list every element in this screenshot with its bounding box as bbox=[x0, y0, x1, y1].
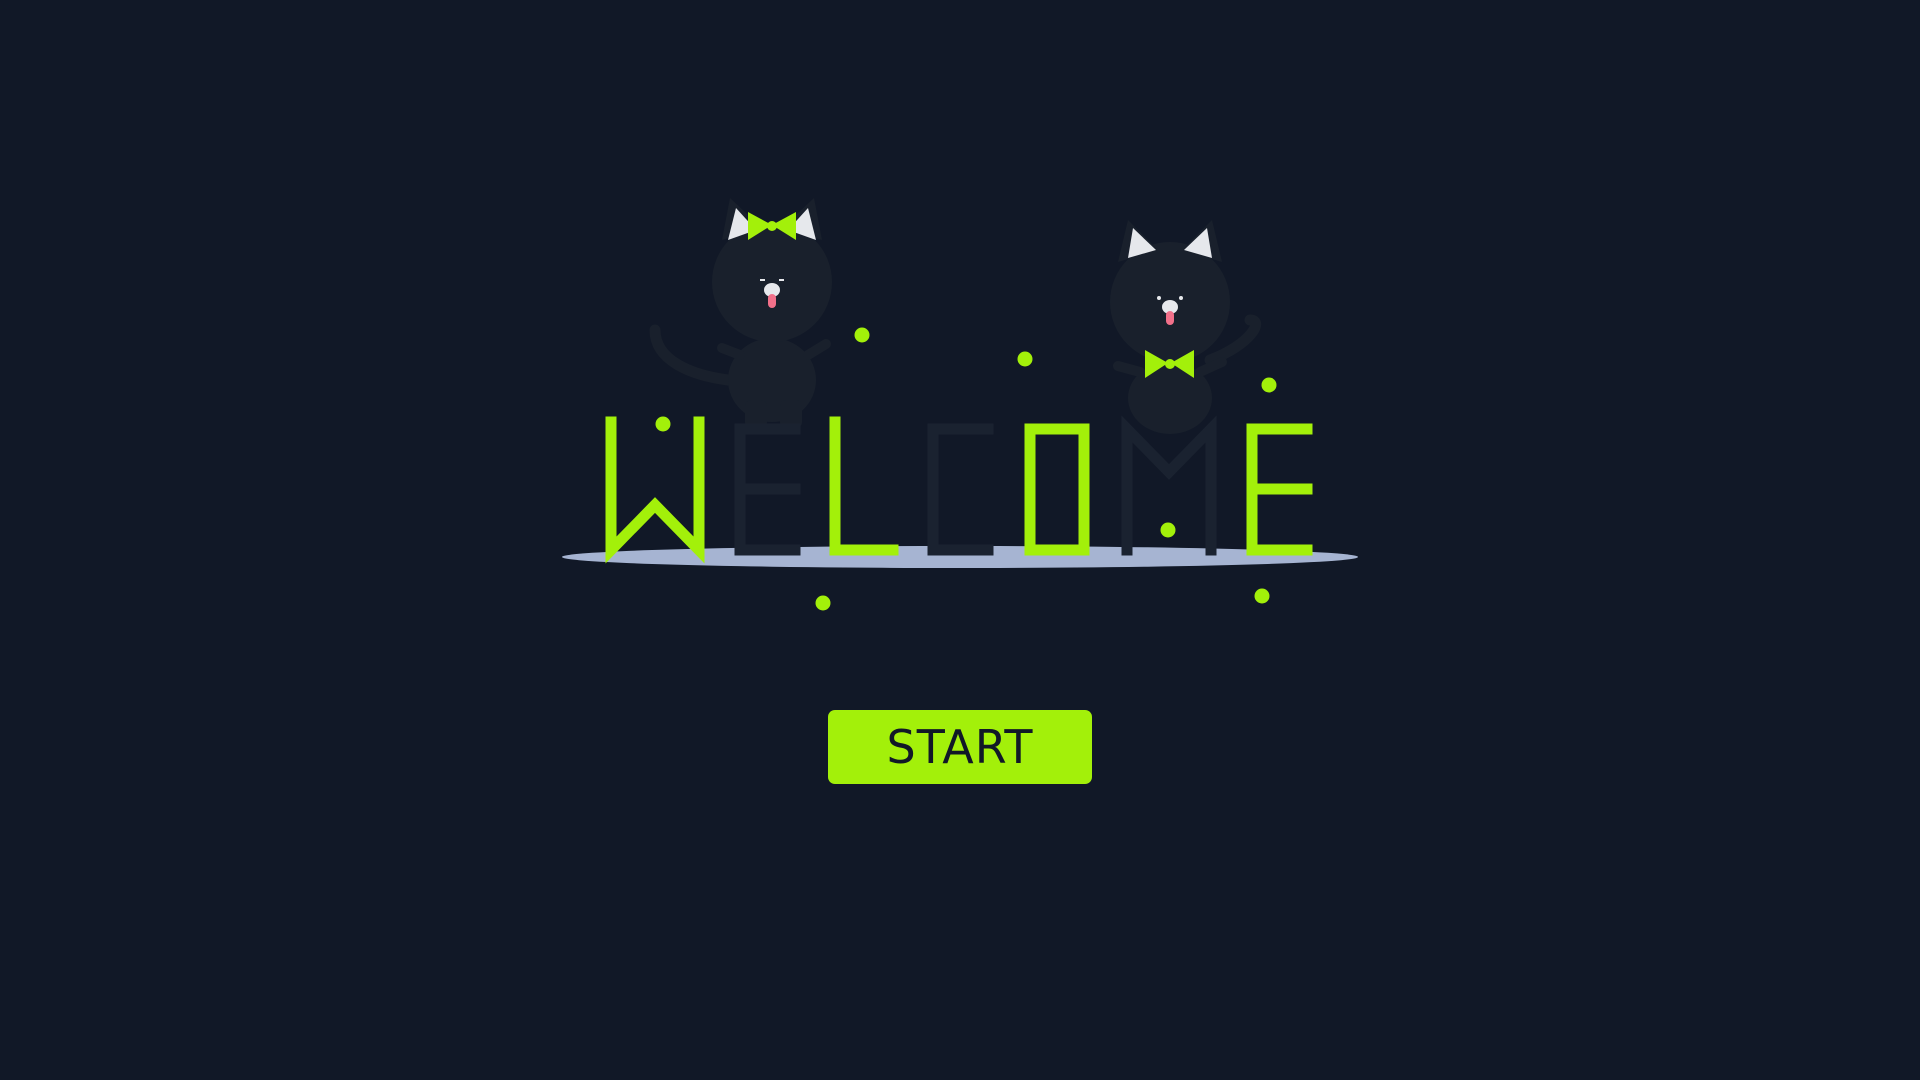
cat-left-head bbox=[712, 222, 832, 342]
sparkle-dot bbox=[1160, 522, 1176, 538]
cat-right-tongue bbox=[1166, 311, 1174, 325]
cat-left-tongue bbox=[768, 294, 776, 308]
cat-right-eye bbox=[1157, 296, 1161, 300]
sparkle-dot bbox=[1261, 377, 1277, 393]
cat-left-arm bbox=[717, 343, 745, 360]
title-welcome bbox=[605, 415, 1313, 564]
welcome-screen: START bbox=[0, 0, 1920, 1080]
cat-right-illustration bbox=[1110, 220, 1262, 434]
cat-left-tail bbox=[649, 324, 734, 386]
title-letter-e bbox=[1246, 423, 1313, 556]
cat-right-arm bbox=[1195, 357, 1227, 377]
sparkle-dot bbox=[1017, 351, 1033, 367]
sparkle-dot bbox=[1254, 588, 1270, 604]
title-letter-l bbox=[829, 416, 899, 556]
title-letter-w bbox=[605, 416, 705, 564]
title-letter-o bbox=[1024, 423, 1090, 556]
welcome-scene bbox=[562, 198, 1358, 611]
cat-right-bow-tie-knot bbox=[1165, 359, 1175, 369]
cat-left-illustration bbox=[649, 198, 832, 428]
cat-left-bow-knot bbox=[767, 221, 777, 231]
sparkle-dot bbox=[854, 327, 870, 343]
sparkle-dot bbox=[655, 416, 671, 432]
cat-right-arm bbox=[1113, 361, 1145, 377]
sparkle-dot bbox=[815, 595, 831, 611]
title-letter-c-dim bbox=[927, 423, 994, 556]
title-letter-e-dim bbox=[734, 423, 801, 556]
start-button[interactable]: START bbox=[828, 710, 1092, 784]
cat-right-eye bbox=[1179, 296, 1183, 300]
cat-left-arm bbox=[803, 339, 831, 360]
